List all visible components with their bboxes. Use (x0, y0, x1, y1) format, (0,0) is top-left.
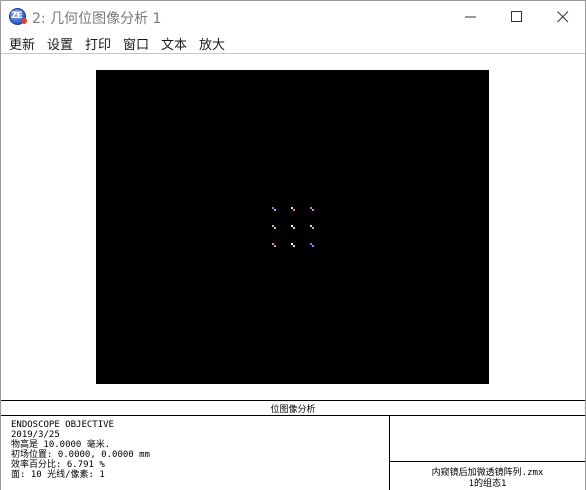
menu-window[interactable]: 窗口 (123, 34, 149, 53)
menu-bar: 更新 设置 打印 窗口 文本 放大 (1, 32, 585, 53)
info-line-lens-title: ENDOSCOPE OBJECTIVE (11, 420, 114, 430)
info-file-panel: 内窥镜后加微透镜阵列.zmx 1的组态1 (390, 462, 585, 490)
info-line-object-height: 物高是 10.0000 毫米. (11, 440, 111, 450)
zemax-app-icon[interactable]: ZE (9, 8, 27, 25)
menu-zoom[interactable]: 放大 (199, 34, 225, 53)
info-box: ENDOSCOPE OBJECTIVE 2019/3/25 物高是 10.000… (1, 416, 585, 490)
menu-settings[interactable]: 设置 (47, 34, 73, 53)
image-spot (291, 225, 295, 230)
info-text-panel: ENDOSCOPE OBJECTIVE 2019/3/25 物高是 10.000… (1, 416, 390, 490)
image-spot (272, 207, 276, 212)
image-spot (291, 207, 295, 212)
close-icon (557, 11, 569, 23)
image-spot (272, 225, 276, 230)
plot-title-row: 位图像分析 (1, 400, 585, 416)
image-spot (291, 243, 295, 248)
minimize-icon (465, 16, 476, 18)
analysis-content: 位图像分析 ENDOSCOPE OBJECTIVE 2019/3/25 物高是 … (1, 53, 585, 490)
close-button[interactable] (540, 1, 586, 32)
image-spot (272, 243, 276, 248)
maximize-button[interactable] (494, 1, 540, 32)
plot-title: 位图像分析 (270, 405, 316, 415)
analysis-window: ZE 2: 几何位图像分析 1 更新 设置 打印 窗口 文本 放大 位图像分析 … (0, 0, 586, 490)
image-spot (310, 243, 314, 248)
minimize-button[interactable] (448, 1, 494, 32)
menu-update[interactable]: 更新 (9, 34, 35, 53)
title-bar[interactable]: ZE 2: 几何位图像分析 1 (1, 1, 585, 32)
window-title: 2: 几何位图像分析 1 (32, 11, 162, 27)
menu-print[interactable]: 打印 (85, 34, 111, 53)
info-line-field-position: 初场位置: 0.0000, 0.0000 mm (11, 450, 150, 460)
menu-text[interactable]: 文本 (161, 34, 187, 53)
info-line-date: 2019/3/25 (11, 430, 60, 440)
info-line-efficiency: 效率百分比: 6.791 % (11, 460, 105, 470)
configuration-label: 1的组态1 (468, 479, 507, 489)
image-spot (310, 225, 314, 230)
image-spot (310, 207, 314, 212)
info-right-empty (390, 416, 585, 462)
maximize-icon (511, 11, 522, 22)
info-line-surface-rays: 面: 10 光线/像素: 1 (11, 470, 105, 480)
bitmap-image-plot[interactable] (96, 70, 489, 384)
